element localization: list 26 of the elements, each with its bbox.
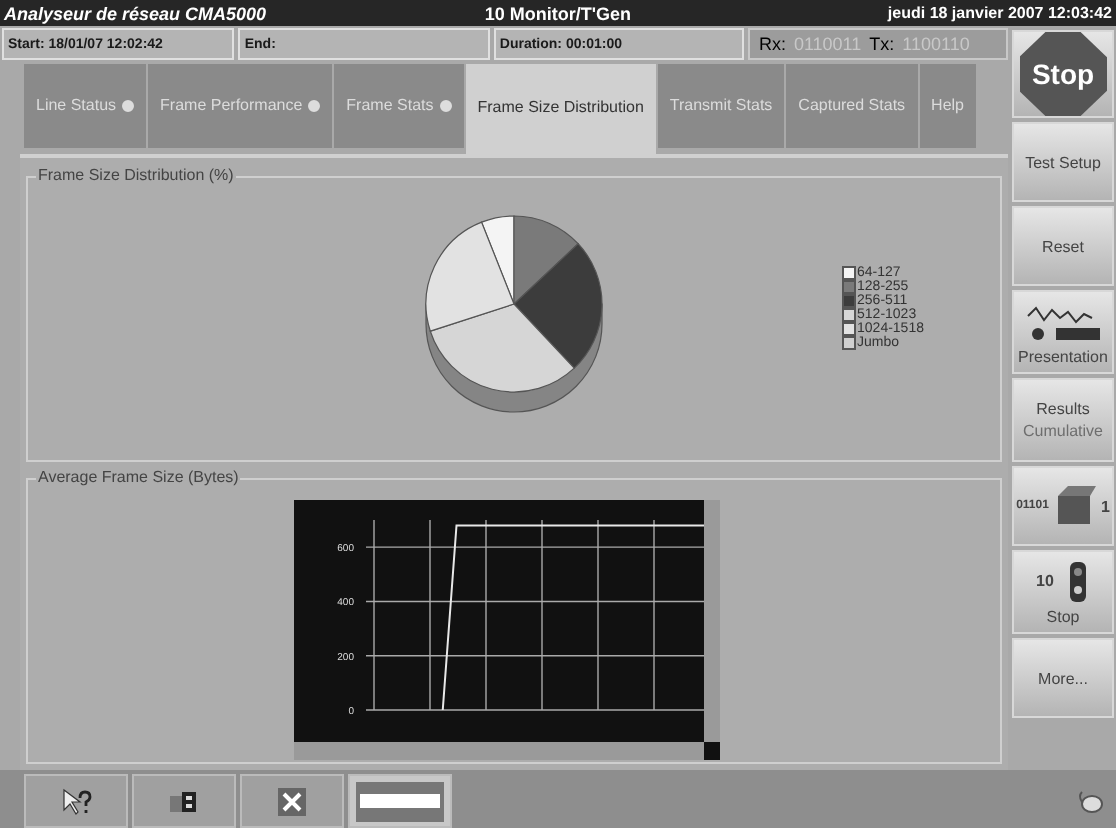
window-icon — [356, 781, 444, 821]
toolbar-button[interactable] — [24, 774, 128, 828]
close-icon — [278, 787, 306, 815]
date-time: jeudi 18 janvier 2007 12:03:42 — [885, 4, 1112, 22]
tx-label: Tx: — [869, 34, 895, 54]
windows-icon — [170, 789, 198, 813]
side-button[interactable]: Test Setup — [1012, 122, 1114, 202]
side-button[interactable]: Reset — [1012, 206, 1114, 286]
stop-button[interactable]: Stop — [1012, 30, 1114, 118]
group-title: Frame Size Distribution (%) — [36, 166, 236, 184]
vertical-scrollbar[interactable] — [703, 499, 719, 741]
horizontal-scrollbar[interactable] — [293, 741, 703, 759]
toolbar-button[interactable] — [240, 774, 344, 828]
window-title: Analyseur de réseau CMA5000 — [4, 3, 269, 23]
presentation-button[interactable]: Presentation — [1012, 290, 1114, 374]
traffic-button[interactable]: 10 Stop — [1012, 550, 1114, 634]
toolbar-button[interactable] — [132, 774, 236, 828]
rx-label: Rx: — [758, 34, 786, 54]
toolbar-button[interactable] — [348, 774, 452, 828]
mouse-icon — [1076, 789, 1104, 813]
mode-label: 10 Monitor/T'Gen — [482, 3, 634, 23]
group-title: Average Frame Size (Bytes) — [36, 468, 241, 486]
help-pointer-icon — [60, 787, 92, 815]
side-button[interactable]: More... — [1012, 638, 1114, 718]
box-icon — [1052, 484, 1097, 528]
traffic-light-icon — [1065, 559, 1090, 603]
